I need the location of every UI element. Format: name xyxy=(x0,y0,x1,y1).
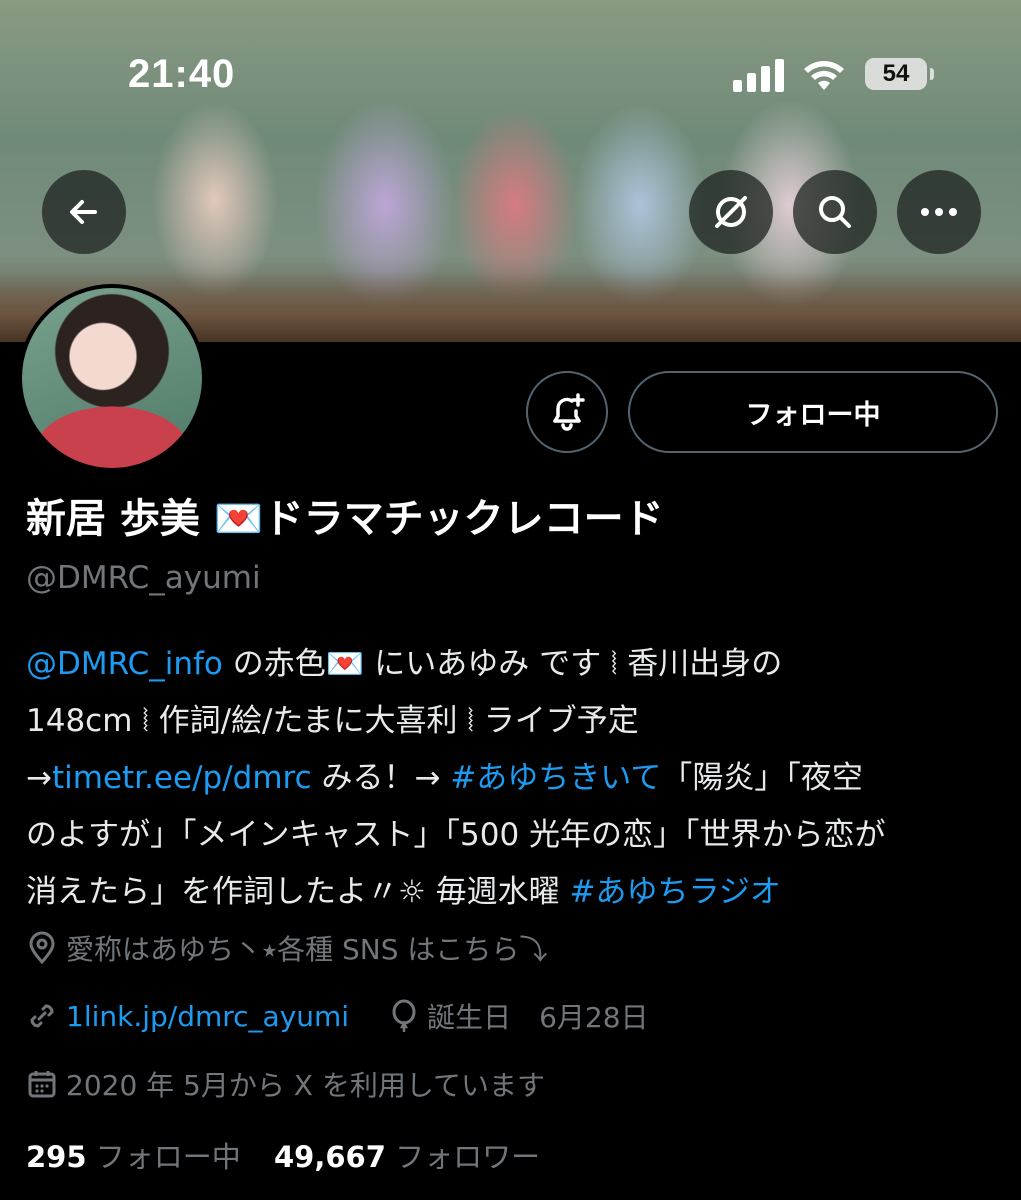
followers-link[interactable]: 49,667 フォロワー xyxy=(274,1140,540,1174)
joined-text: 2020 年 5月から X を利用しています xyxy=(66,1069,546,1102)
follow-stats: 295 フォロー中 49,667 フォロワー xyxy=(26,1134,540,1176)
following-link[interactable]: 295 フォロー中 xyxy=(26,1140,241,1174)
mention-link[interactable]: @DMRC_info xyxy=(26,646,223,682)
bio-url-link[interactable]: timetr.ee/p/dmrc xyxy=(52,760,312,796)
link-icon xyxy=(30,1004,54,1028)
followers-label: フォロワー xyxy=(395,1140,541,1174)
bio-text: → xyxy=(26,760,52,796)
search-icon xyxy=(819,196,851,228)
more-button[interactable] xyxy=(897,170,981,254)
website-link[interactable]: 1link.jp/dmrc_ayumi xyxy=(66,1000,349,1033)
username: @DMRC_ayumi xyxy=(26,560,261,596)
battery-indicator: 54 xyxy=(865,58,934,90)
bio-line: @DMRC_info の赤色💌 にいあゆみ です ⦚ 香川出身の xyxy=(26,636,996,693)
location-text: 愛称はあゆち丶⭑各種 SNS はこちら⤵︎ xyxy=(66,933,548,966)
bio-text: の赤色💌 にいあゆみ です ⦚ 香川出身の xyxy=(222,646,783,682)
bio-text: 「陽炎」「夜空 xyxy=(661,760,863,796)
profile-bio: @DMRC_info の赤色💌 にいあゆみ です ⦚ 香川出身の 148cm ⦚… xyxy=(26,636,996,921)
followers-count: 49,667 xyxy=(274,1140,386,1174)
cellular-signal-icon xyxy=(733,58,785,92)
following-label: フォロー中 xyxy=(95,1140,241,1174)
slash-circle-icon xyxy=(715,196,747,228)
joined-row: 2020 年 5月から X を利用しています xyxy=(26,1064,545,1104)
calendar-icon xyxy=(28,1071,56,1098)
location-row: 愛称はあゆち丶⭑各種 SNS はこちら⤵︎ xyxy=(26,928,547,968)
bio-text: 消えたら」を作詞したよ〃☼ 毎週水曜 xyxy=(26,874,570,910)
notifications-button[interactable] xyxy=(526,371,608,453)
bio-line: 消えたら」を作詞したよ〃☼ 毎週水曜 #あゆちラジオ xyxy=(26,864,996,921)
bio-text: みる！→ xyxy=(311,760,451,796)
birthday-text: 誕生日 6月28日 xyxy=(427,1001,649,1034)
more-horizontal-icon xyxy=(921,208,957,216)
hashtag-link[interactable]: #あゆちラジオ xyxy=(570,874,781,910)
search-button[interactable] xyxy=(793,170,877,254)
avatar[interactable] xyxy=(18,284,206,472)
following-button[interactable]: フォロー中 xyxy=(628,371,998,453)
arrow-left-icon xyxy=(70,200,97,224)
bio-line: 148cm ⦚ 作詞/絵/たまに大喜利 ⦚ ライブ予定 xyxy=(26,703,639,739)
status-bar: 21:40 54 xyxy=(0,0,1021,150)
location-pin-icon xyxy=(29,931,55,965)
bio-line: →timetr.ee/p/dmrc みる！→ #あゆちきいて「陽炎」「夜空 xyxy=(26,750,996,807)
grok-button[interactable] xyxy=(689,170,773,254)
website-row: 1link.jp/dmrc_ayumi 誕生日 6月28日 xyxy=(26,996,649,1036)
bell-plus-icon xyxy=(553,393,585,431)
bio-line: のよすが」「メインキャスト」「500 光年の恋」「世界から恋が xyxy=(26,817,886,853)
back-button[interactable] xyxy=(42,170,126,254)
following-count: 295 xyxy=(26,1140,87,1174)
display-name: 新居 歩美 💌ドラマチックレコード xyxy=(26,496,664,542)
status-time: 21:40 xyxy=(128,52,236,96)
balloon-icon xyxy=(392,999,416,1032)
wifi-icon xyxy=(804,61,844,90)
hashtag-link[interactable]: #あゆちきいて xyxy=(450,760,661,796)
